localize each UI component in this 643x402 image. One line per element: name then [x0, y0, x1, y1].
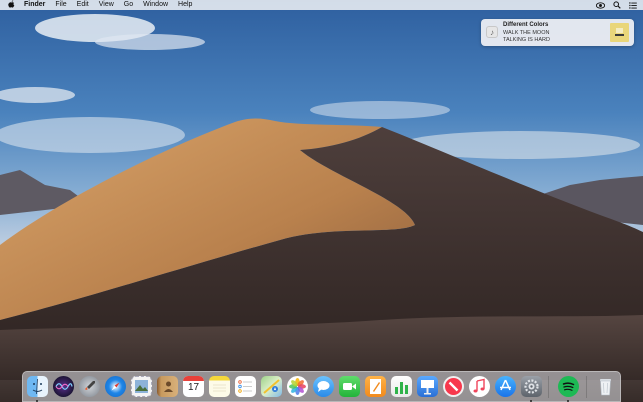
menu-window[interactable]: Window — [143, 0, 168, 10]
stamp-icon[interactable] — [131, 376, 152, 397]
gear-icon[interactable] — [521, 376, 542, 397]
apple-icon[interactable] — [6, 0, 16, 11]
finder-icon[interactable] — [27, 376, 48, 397]
now-playing-notification[interactable]: ♪ Different Colors WALK THE MOON TALKING… — [481, 19, 634, 46]
checklist-icon[interactable] — [235, 376, 256, 397]
video-camera-icon[interactable] — [339, 376, 360, 397]
spotify-icon[interactable] — [558, 376, 579, 397]
notification-album: TALKING IS HARD — [503, 37, 550, 43]
notification-artist: WALK THE MOON — [503, 30, 550, 36]
search-icon[interactable] — [612, 1, 621, 9]
status-menus — [596, 0, 637, 10]
menu-go[interactable]: Go — [124, 0, 133, 10]
notification-title: Different Colors — [503, 22, 549, 28]
album-art — [610, 23, 629, 42]
menu-view[interactable]: View — [99, 0, 114, 10]
compass-icon[interactable] — [105, 376, 126, 397]
menu-edit[interactable]: Edit — [77, 0, 89, 10]
menu-finder[interactable]: Finder — [24, 0, 45, 10]
trash-icon[interactable] — [595, 376, 616, 397]
dock: 17 — [22, 371, 621, 402]
music-note-icon[interactable] — [469, 376, 490, 397]
desktop-wallpaper — [0, 0, 643, 402]
menu-file[interactable]: File — [55, 0, 66, 10]
menu-bar: Finder File Edit View Go Window Help — [0, 0, 643, 10]
dock-separator — [548, 376, 549, 398]
calendar-icon[interactable]: 17 — [183, 376, 204, 397]
news-icon[interactable] — [443, 376, 464, 397]
map-icon[interactable] — [261, 376, 282, 397]
pages-icon[interactable] — [365, 376, 386, 397]
calendar-day: 17 — [187, 382, 200, 393]
list-icon[interactable] — [628, 1, 637, 9]
siri-icon[interactable] — [53, 376, 74, 397]
notes-icon[interactable] — [209, 376, 230, 397]
contacts-book-icon[interactable] — [157, 376, 178, 397]
rocket-icon[interactable] — [79, 376, 100, 397]
podium-icon[interactable] — [417, 376, 438, 397]
dock-separator — [586, 376, 587, 398]
chat-bubble-icon[interactable] — [313, 376, 334, 397]
music-note-icon: ♪ — [486, 26, 498, 38]
app-store-icon[interactable] — [495, 376, 516, 397]
wallpaper-dunes — [0, 14, 643, 402]
menu-help[interactable]: Help — [178, 0, 192, 10]
eye-icon[interactable] — [596, 1, 605, 9]
bar-chart-icon[interactable] — [391, 376, 412, 397]
photos-flower-icon[interactable] — [287, 376, 308, 397]
